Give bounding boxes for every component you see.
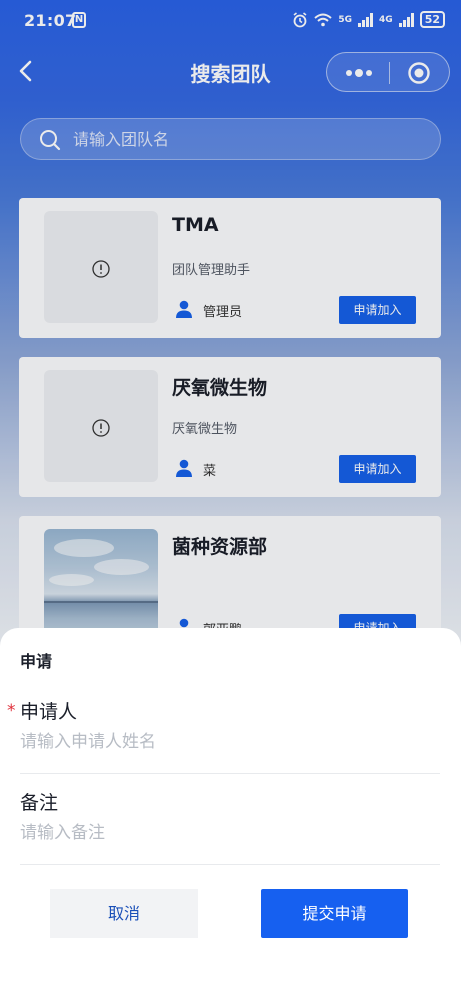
remark-input[interactable] [20, 819, 440, 847]
applicant-name-input[interactable] [20, 728, 440, 756]
sheet-title: 申请 [20, 652, 53, 671]
apply-sheet: 申请 * 申请人 备注 取消 提交申请 [0, 628, 461, 1000]
required-mark: * [7, 701, 16, 721]
applicant-label: 申请人 [20, 701, 78, 723]
remark-label: 备注 [20, 792, 59, 814]
submit-application-button[interactable]: 提交申请 [261, 889, 408, 938]
cancel-button[interactable]: 取消 [50, 889, 198, 938]
divider [20, 773, 440, 774]
divider [20, 864, 440, 865]
